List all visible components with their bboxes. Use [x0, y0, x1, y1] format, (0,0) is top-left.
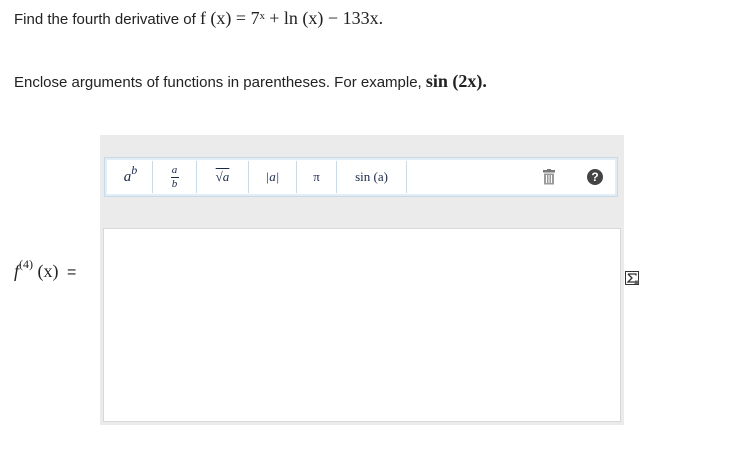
answer-label: f(4) (x) =: [14, 257, 77, 282]
question-prefix: Find the fourth derivative of: [14, 11, 196, 28]
abs-label: |a|: [265, 169, 280, 184]
math-input-panel: ab a b √a |a| π sin (a) ?: [100, 135, 624, 425]
function-expression: f (x) = 7ˣ + ln (x) − 133x.: [199, 8, 384, 28]
sqrt-label: √a: [215, 169, 230, 184]
preview-button[interactable]: [625, 271, 639, 285]
power-exponent: b: [131, 162, 138, 177]
question-text: Find the fourth derivative of f (x) = 7ˣ…: [14, 6, 383, 32]
pi-button[interactable]: π: [297, 161, 337, 193]
instructions-text: Enclose arguments of functions in parent…: [14, 69, 487, 95]
answer-input[interactable]: [103, 228, 621, 422]
help-button[interactable]: ?: [583, 161, 607, 193]
formula-preview-icon: [625, 271, 639, 285]
lhs-argument: (x): [37, 261, 59, 281]
fraction-denominator: b: [171, 177, 178, 190]
sin-button[interactable]: sin (a): [337, 161, 407, 193]
sin-label: sin (a): [355, 169, 388, 184]
sqrt-button[interactable]: √a: [197, 161, 249, 193]
power-base: a: [123, 168, 132, 185]
instructions-label: Enclose arguments of functions in parent…: [14, 74, 422, 91]
abs-button[interactable]: |a|: [249, 161, 297, 193]
delete-button[interactable]: [537, 161, 561, 193]
example-expression: sin (2x).: [425, 71, 487, 91]
math-toolbar: ab a b √a |a| π sin (a) ?: [104, 157, 618, 197]
pi-label: π: [313, 169, 320, 184]
equals-sign: =: [67, 264, 77, 281]
trash-icon: [543, 169, 555, 185]
power-button[interactable]: ab: [109, 161, 153, 193]
lhs-order: (4): [19, 257, 34, 271]
fraction-numerator: a: [171, 163, 178, 176]
help-label: ?: [591, 170, 599, 184]
fraction-button[interactable]: a b: [153, 161, 197, 193]
help-icon: ?: [587, 169, 603, 185]
